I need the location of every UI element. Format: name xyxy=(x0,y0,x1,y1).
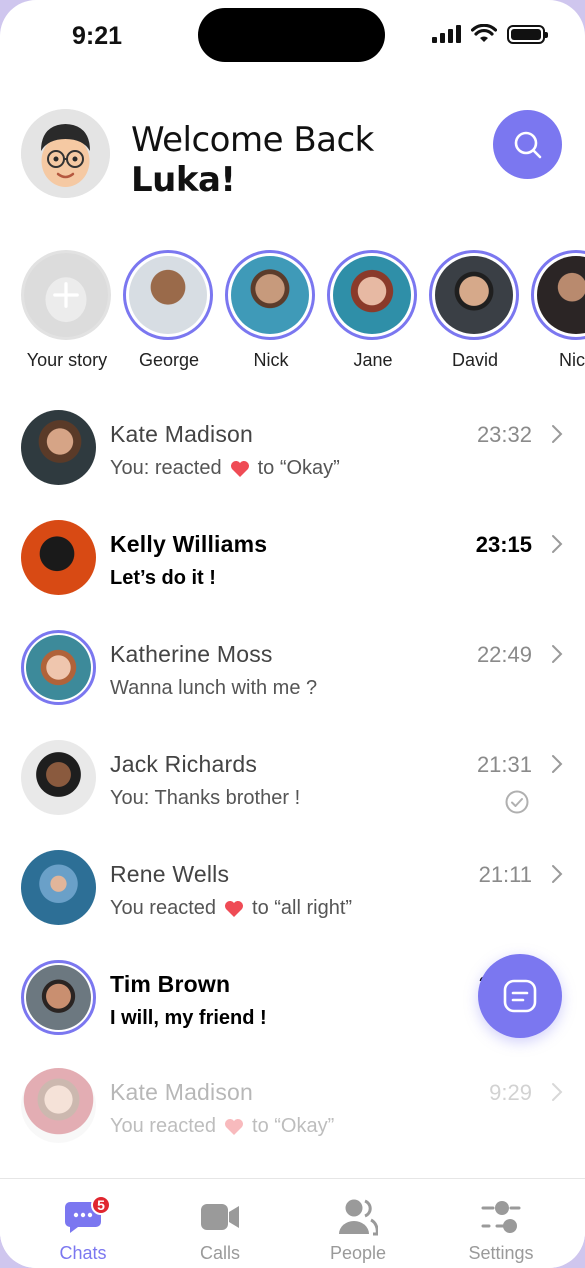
contact-name: Kelly Williams xyxy=(110,531,268,557)
last-message: You reacted to “all right” xyxy=(110,897,352,920)
heart-icon xyxy=(225,900,244,917)
last-message: Let’s do it ! xyxy=(110,567,216,589)
tab-calls[interactable]: Calls xyxy=(160,1197,280,1264)
welcome-greeting: Welcome Back xyxy=(131,120,374,160)
story-avatar xyxy=(333,256,411,334)
tab-label: Calls xyxy=(199,1243,240,1263)
chevron-right-icon xyxy=(552,865,563,883)
video-icon xyxy=(201,1204,239,1230)
message-time: 23:32 xyxy=(476,422,532,447)
story-nick[interactable]: Nick xyxy=(225,250,317,371)
contact-avatar xyxy=(21,960,96,1035)
chat-row[interactable]: Kate Madison You reacted to “Okay” 9:29 xyxy=(0,1068,585,1178)
chevron-right-icon xyxy=(552,755,563,773)
story-label: George xyxy=(138,350,200,370)
compose-icon xyxy=(503,979,537,1013)
chat-row[interactable]: Rene Wells You reacted to “all right” 21… xyxy=(0,850,585,960)
story-george[interactable]: George xyxy=(123,250,215,371)
story-avatar xyxy=(435,256,513,334)
story-david[interactable]: David xyxy=(429,250,521,371)
search-icon xyxy=(514,131,541,158)
message-time: 23:15 xyxy=(475,532,532,557)
new-chat-button[interactable] xyxy=(478,954,562,1038)
last-message: Wanna lunch with me ? xyxy=(110,677,318,699)
chat-row[interactable]: Jack Richards You: Thanks brother ! 21:3… xyxy=(0,740,585,850)
story-avatar xyxy=(537,256,585,334)
message-text: You reacted xyxy=(110,897,217,919)
dynamic-island xyxy=(198,8,385,62)
add-story-icon xyxy=(24,253,108,337)
story-avatar xyxy=(129,256,207,334)
tab-label: Settings xyxy=(468,1243,534,1263)
story-jane[interactable]: Jane xyxy=(327,250,419,371)
contact-name: Kate Madison xyxy=(110,1079,254,1105)
last-message: You: Thanks brother ! xyxy=(110,787,301,809)
message-time: 9:29 xyxy=(489,1080,532,1105)
people-icon xyxy=(339,1199,378,1236)
chevron-right-icon xyxy=(552,1083,563,1101)
chat-row[interactable]: Kelly Williams Let’s do it ! 23:15 xyxy=(0,520,585,630)
search-button[interactable] xyxy=(493,110,562,179)
tab-label: Chats xyxy=(59,1243,107,1263)
contact-avatar xyxy=(21,740,96,815)
tab-label: People xyxy=(329,1243,387,1263)
phone-screen: 9:21 Welcome Back Luka! Your story Georg… xyxy=(0,0,585,1268)
contact-avatar xyxy=(21,1068,96,1143)
read-check-icon xyxy=(505,790,529,814)
chat-row[interactable]: Katherine Moss Wanna lunch with me ? 22:… xyxy=(0,630,585,740)
contact-avatar xyxy=(21,520,96,595)
status-icons xyxy=(432,24,548,44)
contact-avatar xyxy=(21,630,96,705)
contact-name: Kate Madison xyxy=(110,421,254,447)
story-your-story[interactable]: Your story xyxy=(21,250,113,371)
user-avatar[interactable] xyxy=(21,109,110,198)
chevron-right-icon xyxy=(552,535,563,553)
story-label: Jane xyxy=(353,350,393,370)
battery-icon xyxy=(507,24,548,44)
contact-name: Rene Wells xyxy=(110,861,230,887)
story-nico[interactable]: Nico xyxy=(531,250,585,371)
user-name: Luka! xyxy=(131,160,236,200)
story-label: David xyxy=(451,350,499,370)
tab-bar: 5 Chats Calls People Settings xyxy=(0,1178,585,1268)
heart-icon xyxy=(225,1118,244,1135)
message-text: to “Okay” xyxy=(257,457,340,479)
chat-row[interactable]: Kate Madison You: reacted to “Okay” 23:3… xyxy=(0,410,585,520)
heart-icon xyxy=(230,460,249,477)
cellular-signal-icon xyxy=(432,25,461,43)
contact-name: Jack Richards xyxy=(110,751,258,777)
message-time: 22:49 xyxy=(476,642,532,667)
tab-people[interactable]: People xyxy=(298,1197,418,1264)
story-label: Nico xyxy=(558,350,585,370)
wifi-icon xyxy=(471,24,497,42)
message-text: You reacted xyxy=(110,1115,217,1137)
contact-name: Tim Brown xyxy=(110,971,231,997)
tab-settings[interactable]: Settings xyxy=(441,1197,561,1264)
message-text: You: reacted xyxy=(110,457,222,479)
sliders-icon xyxy=(481,1201,521,1233)
last-message: You reacted to “Okay” xyxy=(110,1115,334,1138)
contact-name: Katherine Moss xyxy=(110,641,273,667)
message-time: 21:11 xyxy=(478,862,532,887)
contact-avatar xyxy=(21,850,96,925)
unread-badge: 5 xyxy=(91,1195,111,1215)
stories-row: Your story George Nick Jane David Nico xyxy=(21,250,585,380)
chevron-right-icon xyxy=(552,425,563,443)
status-time: 9:21 xyxy=(72,22,123,50)
message-time: 21:31 xyxy=(476,752,532,777)
last-message: You: reacted to “Okay” xyxy=(110,457,340,480)
tab-chats[interactable]: 5 Chats xyxy=(23,1195,143,1264)
chevron-right-icon xyxy=(552,645,563,663)
last-message: I will, my friend ! xyxy=(110,1007,267,1029)
message-text: to “Okay” xyxy=(252,1115,335,1137)
story-avatar xyxy=(231,256,309,334)
story-label: Nick xyxy=(253,350,289,370)
message-text: to “all right” xyxy=(252,897,353,919)
contact-avatar xyxy=(21,410,96,485)
story-label: Your story xyxy=(26,350,108,370)
